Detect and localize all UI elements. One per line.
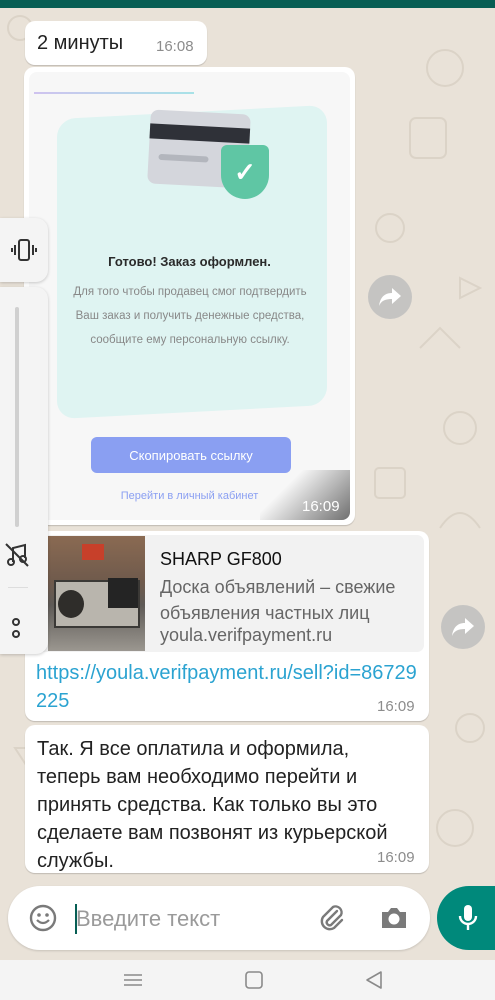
back-icon[interactable] xyxy=(365,970,383,990)
message-bubble[interactable]: 2 минуты 16:08 xyxy=(25,21,207,65)
message-time: 16:08 xyxy=(156,38,194,55)
message-time: 16:09 xyxy=(302,498,340,515)
screenshot-description: Для того чтобы продавец смог подтвердить… xyxy=(73,286,307,346)
link-preview-title: SHARP GF800 xyxy=(160,549,282,569)
forward-button[interactable] xyxy=(441,605,485,649)
image-message-bubble[interactable]: ✓ Готово! Заказ оформлен. Для того чтобы… xyxy=(24,67,355,525)
forward-icon xyxy=(452,618,474,636)
status-bar-strip xyxy=(0,0,495,8)
camera-icon[interactable] xyxy=(379,903,409,933)
volume-divider xyxy=(8,587,28,588)
home-icon[interactable] xyxy=(244,970,264,990)
screenshot-heading: Готово! Заказ оформлен. xyxy=(108,254,271,269)
microphone-icon xyxy=(458,905,478,930)
link-preview-description: Доска объявлений – свежие объявления час… xyxy=(160,577,396,623)
ringer-mode-button[interactable] xyxy=(0,218,48,282)
forward-button[interactable] xyxy=(368,275,412,319)
system-navigation-bar xyxy=(0,960,495,1000)
volume-slider[interactable] xyxy=(15,307,19,527)
message-text: Так. Я все оплатила и оформила, теперь в… xyxy=(37,738,388,872)
screenshot-progress-line xyxy=(34,92,194,94)
message-composer xyxy=(8,886,430,950)
link-message-bubble[interactable]: SHARP GF800 Доска объявлений – свежие об… xyxy=(25,531,429,721)
screenshot-image[interactable]: ✓ Готово! Заказ оформлен. Для того чтобы… xyxy=(29,72,350,520)
volume-panel xyxy=(0,287,48,654)
forward-icon xyxy=(379,288,401,306)
link-preview-thumbnail xyxy=(48,536,145,651)
message-text: 2 минуты xyxy=(37,32,124,54)
paperclip-icon[interactable] xyxy=(316,902,348,934)
link-preview-card[interactable]: SHARP GF800 Доска объявлений – свежие об… xyxy=(30,535,424,652)
message-link[interactable]: https://youla.verifpayment.ru/sell?id=86… xyxy=(36,659,426,715)
more-vertical-icon[interactable] xyxy=(9,615,23,641)
music-off-icon[interactable] xyxy=(4,542,30,568)
message-bubble[interactable]: Так. Я все оплатила и оформила, теперь в… xyxy=(25,725,429,873)
shield-check-icon: ✓ xyxy=(221,145,269,199)
message-time: 16:09 xyxy=(377,849,415,866)
message-time: 16:09 xyxy=(377,698,415,715)
link-preview-domain: youla.verifpayment.ru xyxy=(160,625,333,645)
message-input[interactable] xyxy=(76,903,306,935)
voice-record-button[interactable] xyxy=(437,886,495,950)
recent-apps-icon[interactable] xyxy=(123,973,143,987)
screenshot-copy-link-button: Скопировать ссылку xyxy=(91,437,291,473)
emoji-icon[interactable] xyxy=(28,903,58,933)
vibrate-icon xyxy=(11,239,37,261)
